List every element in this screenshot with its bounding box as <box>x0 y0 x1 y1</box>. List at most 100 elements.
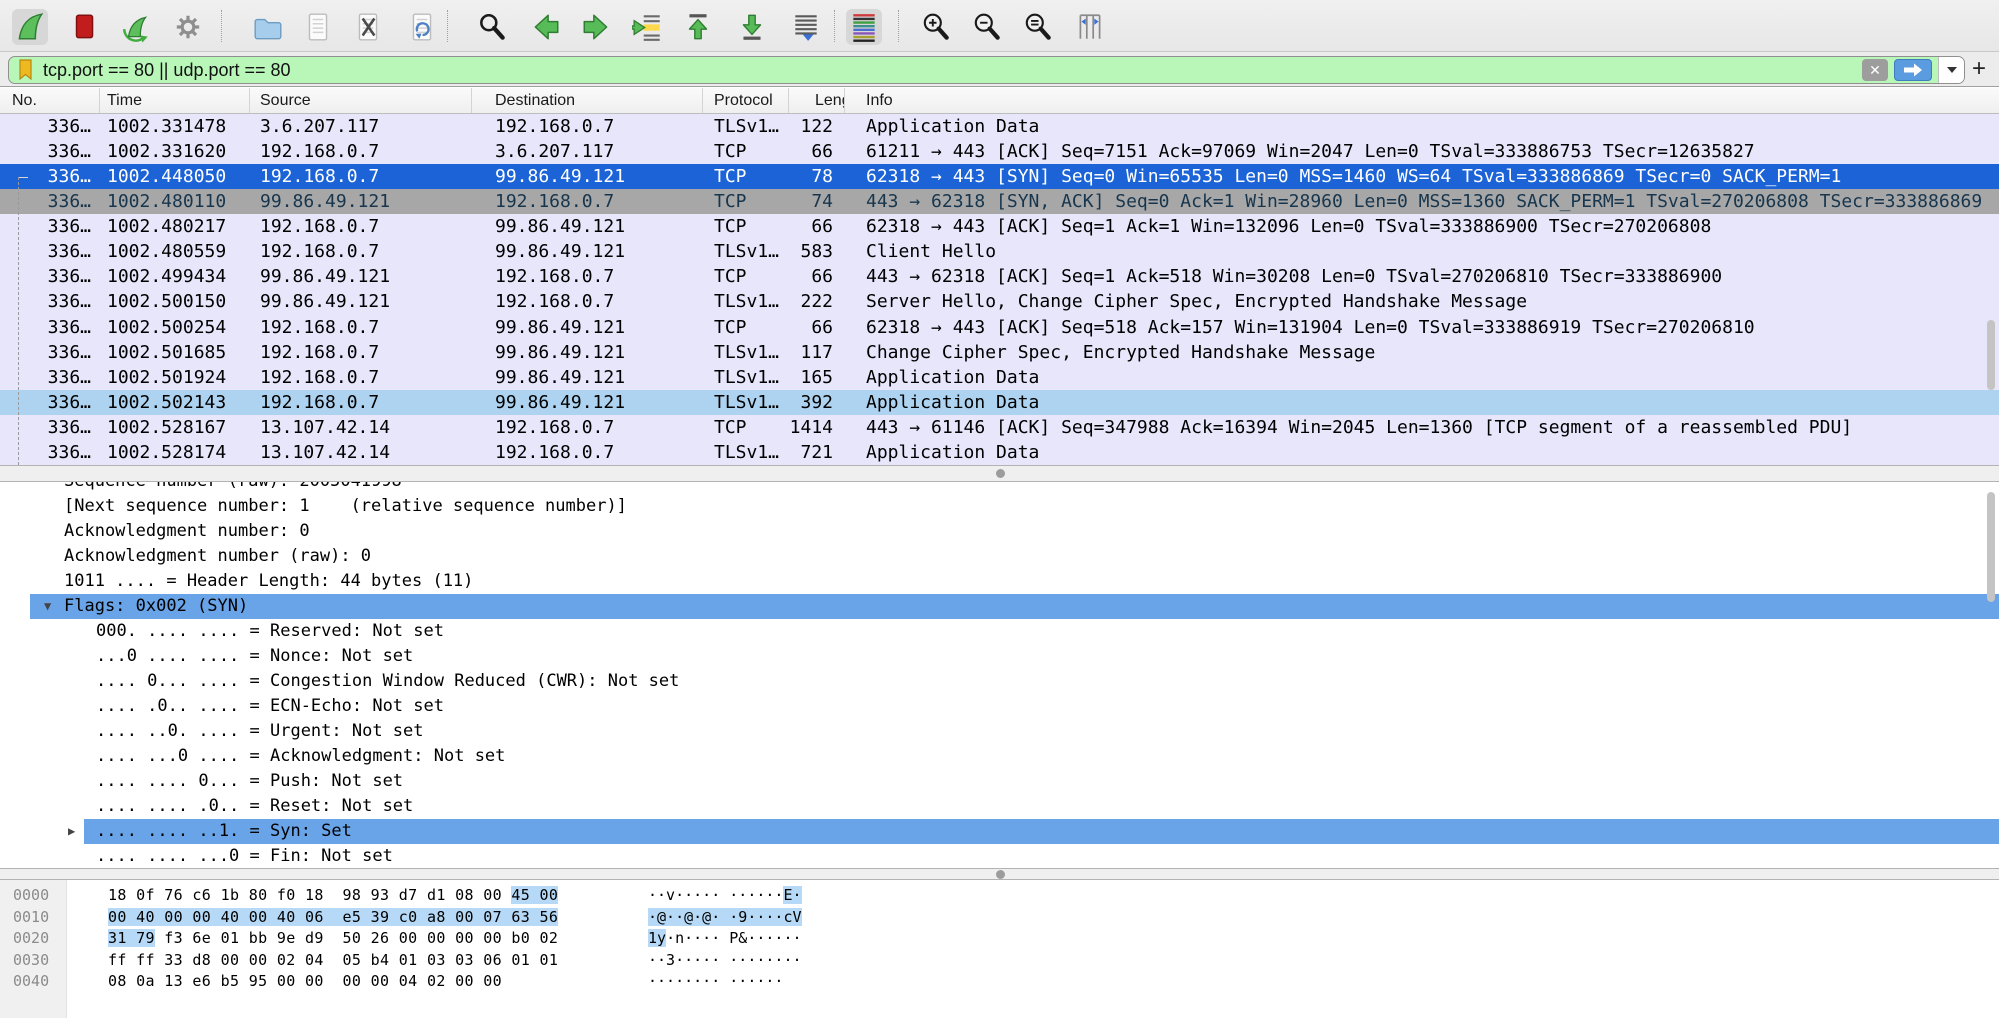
detail-line[interactable]: ...0 .... .... = Nonce: Not set <box>0 644 1999 669</box>
column-header-destination[interactable]: Destination <box>472 88 703 113</box>
splitter-handle-icon[interactable] <box>996 469 1005 478</box>
hex-ascii[interactable]: ··v····· ······E· <box>648 885 802 907</box>
column-header-info[interactable]: Info <box>845 88 1999 113</box>
colorize-packets-icon[interactable] <box>846 9 882 45</box>
bookmark-icon[interactable] <box>9 57 43 83</box>
detail-line[interactable]: Sequence number (raw): 2005041998 <box>0 482 1999 494</box>
packet-row[interactable]: 336…1002.3314783.6.207.117192.168.0.7TLS… <box>0 114 1999 139</box>
cell-time: 1002.500254 <box>100 315 250 340</box>
hex-row[interactable]: 004008 0a 13 e6 b5 95 00 00 00 00 04 02 … <box>0 971 1999 993</box>
column-header-protocol[interactable]: Protocol <box>703 88 789 113</box>
zoom-in-icon[interactable] <box>918 9 954 45</box>
hex-row[interactable]: 001000 40 00 00 40 00 40 06 e5 39 c0 a8 … <box>0 907 1999 929</box>
hex-row[interactable]: 0030ff ff 33 d8 00 00 02 04 05 b4 01 03 … <box>0 950 1999 972</box>
stop-capture-icon[interactable] <box>66 9 102 45</box>
start-capture-icon[interactable] <box>12 9 48 45</box>
zoom-reset-icon[interactable] <box>1020 9 1056 45</box>
hex-bytes[interactable]: 08 0a 13 e6 b5 95 00 00 00 00 04 02 00 0… <box>108 971 502 993</box>
hex-bytes[interactable]: 00 40 00 00 40 00 40 06 e5 39 c0 a8 00 0… <box>108 907 558 929</box>
detail-line[interactable]: .... .0.. .... = ECN-Echo: Not set <box>0 694 1999 719</box>
go-previous-packet-icon[interactable] <box>528 9 564 45</box>
detail-line[interactable]: 1011 .... = Header Length: 44 bytes (11) <box>0 569 1999 594</box>
detail-line[interactable]: .... .... ...0 = Fin: Not set <box>0 844 1999 868</box>
zoom-out-icon[interactable] <box>969 9 1005 45</box>
detail-line[interactable]: .... .... .0.. = Reset: Not set <box>0 794 1999 819</box>
hex-row[interactable]: 000018 0f 76 c6 1b 80 f0 18 98 93 d7 d1 … <box>0 885 1999 907</box>
details-scrollbar-thumb[interactable] <box>1987 492 1995 602</box>
detail-line[interactable]: ▼Flags: 0x002 (SYN) <box>0 594 1999 619</box>
go-to-packet-icon[interactable] <box>630 9 666 45</box>
details-lines: Sequence number (raw): 2005041998[Next s… <box>0 482 1999 868</box>
open-capture-file-icon[interactable] <box>250 9 286 45</box>
find-packet-icon[interactable] <box>474 9 510 45</box>
filter-dropdown-caret[interactable] <box>1938 56 1964 84</box>
packet-list-scrollbar-thumb[interactable] <box>1987 320 1995 390</box>
save-capture-file-icon[interactable] <box>300 9 336 45</box>
column-header-length[interactable]: Length <box>789 88 845 113</box>
detail-line[interactable]: ▶.... .... ..1. = Syn: Set <box>0 819 1999 844</box>
detail-line[interactable]: Acknowledgment number: 0 <box>0 519 1999 544</box>
packet-row[interactable]: 336…1002.48011099.86.49.121192.168.0.7TC… <box>0 189 1999 214</box>
pane-splitter[interactable] <box>0 868 1999 880</box>
packet-row[interactable]: 336…1002.448050192.168.0.799.86.49.121TC… <box>0 164 1999 189</box>
go-next-packet-icon[interactable] <box>578 9 614 45</box>
restart-capture-icon[interactable] <box>118 9 154 45</box>
cell-dst: 99.86.49.121 <box>472 340 703 365</box>
packet-row[interactable]: 336…1002.52816713.107.42.14192.168.0.7TC… <box>0 415 1999 440</box>
detail-line[interactable]: .... ..0. .... = Urgent: Not set <box>0 719 1999 744</box>
hex-bytes[interactable]: 18 0f 76 c6 1b 80 f0 18 98 93 d7 d1 08 0… <box>108 885 558 907</box>
hex-bytes[interactable]: 31 79 f3 6e 01 bb 9e d9 50 26 00 00 00 0… <box>108 928 558 950</box>
cell-time: 1002.500150 <box>100 289 250 314</box>
detail-line[interactable]: .... ...0 .... = Acknowledgment: Not set <box>0 744 1999 769</box>
detail-text: .... .... 0... = Push: Not set <box>96 769 403 794</box>
display-filter-input[interactable]: tcp.port == 80 || udp.port == 80 ✕ <box>8 56 1965 84</box>
packet-row[interactable]: 336…1002.480559192.168.0.799.86.49.121TL… <box>0 239 1999 264</box>
hex-ascii[interactable]: ·@··@·@· ·9····cV <box>648 907 802 929</box>
detail-line[interactable]: .... .... 0... = Push: Not set <box>0 769 1999 794</box>
cell-time: 1002.448050 <box>100 164 250 189</box>
reload-capture-file-icon[interactable] <box>404 9 440 45</box>
cell-dst: 99.86.49.121 <box>472 390 703 415</box>
cell-time: 1002.331620 <box>100 139 250 164</box>
hex-row[interactable]: 002031 79 f3 6e 01 bb 9e d9 50 26 00 00 … <box>0 928 1999 950</box>
packet-row[interactable]: 336…1002.501685192.168.0.799.86.49.121TL… <box>0 340 1999 365</box>
splitter-handle-icon[interactable] <box>996 870 1005 879</box>
filter-clear-icon[interactable]: ✕ <box>1862 59 1888 81</box>
packet-row[interactable]: 336…1002.500254192.168.0.799.86.49.121TC… <box>0 315 1999 340</box>
cell-dst: 99.86.49.121 <box>472 239 703 264</box>
resize-columns-icon[interactable] <box>1072 9 1108 45</box>
packet-row[interactable]: 336…1002.331620192.168.0.73.6.207.117TCP… <box>0 139 1999 164</box>
column-header-no[interactable]: No. <box>0 88 100 113</box>
hex-bytes[interactable]: ff ff 33 d8 00 00 02 04 05 b4 01 03 03 0… <box>108 950 558 972</box>
hex-ascii[interactable]: ··3····· ········ <box>648 950 802 972</box>
packet-row[interactable]: 336…1002.501924192.168.0.799.86.49.121TL… <box>0 365 1999 390</box>
hex-ascii[interactable]: ········ ······ <box>648 971 783 993</box>
cell-time: 1002.502143 <box>100 390 250 415</box>
cell-no: 336… <box>0 264 100 289</box>
column-header-time[interactable]: Time <box>100 88 250 113</box>
go-last-packet-icon[interactable] <box>734 9 770 45</box>
expander-open-icon[interactable]: ▼ <box>44 594 51 619</box>
cell-time: 1002.501924 <box>100 365 250 390</box>
detail-line[interactable]: 000. .... .... = Reserved: Not set <box>0 619 1999 644</box>
packet-row[interactable]: 336…1002.50015099.86.49.121192.168.0.7TL… <box>0 289 1999 314</box>
auto-scroll-icon[interactable] <box>788 9 824 45</box>
packet-row[interactable]: 336…1002.49943499.86.49.121192.168.0.7TC… <box>0 264 1999 289</box>
detail-line[interactable]: .... 0... .... = Congestion Window Reduc… <box>0 669 1999 694</box>
column-header-source[interactable]: Source <box>250 88 472 113</box>
go-first-packet-icon[interactable] <box>680 9 716 45</box>
packet-row[interactable]: 336…1002.502143192.168.0.799.86.49.121TL… <box>0 390 1999 415</box>
cell-len: 583 <box>789 239 845 264</box>
filter-expression-text[interactable]: tcp.port == 80 || udp.port == 80 <box>43 60 1862 81</box>
hex-ascii[interactable]: 1y·n···· P&······ <box>648 928 802 950</box>
detail-line[interactable]: Acknowledgment number (raw): 0 <box>0 544 1999 569</box>
detail-line[interactable]: [Next sequence number: 1 (relative seque… <box>0 494 1999 519</box>
add-filter-button[interactable]: + <box>1967 54 1991 84</box>
packet-row[interactable]: 336…1002.480217192.168.0.799.86.49.121TC… <box>0 214 1999 239</box>
expander-closed-icon[interactable]: ▶ <box>68 819 75 844</box>
packet-row[interactable]: 336…1002.52817413.107.42.14192.168.0.7TL… <box>0 440 1999 465</box>
close-capture-file-icon[interactable] <box>350 9 386 45</box>
capture-options-icon[interactable] <box>170 9 206 45</box>
filter-apply-icon[interactable] <box>1894 59 1932 81</box>
pane-splitter[interactable] <box>0 465 1999 482</box>
